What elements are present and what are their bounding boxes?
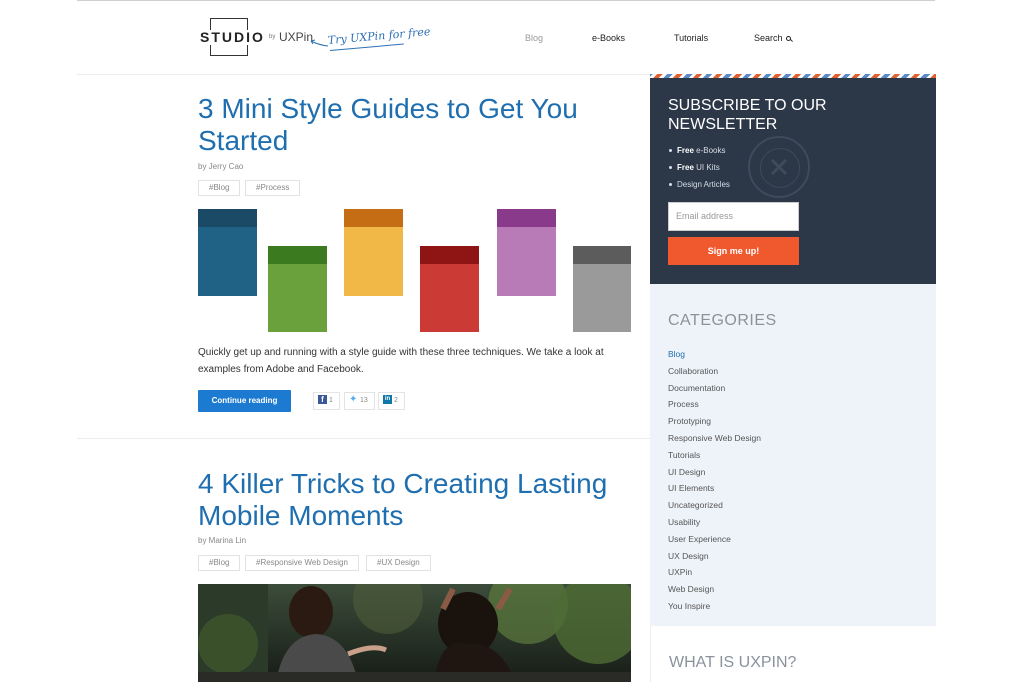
linkedin-share-button[interactable]: in 2: [378, 392, 405, 410]
swatch-card: [420, 246, 479, 332]
nav-tutorials[interactable]: Tutorials: [674, 33, 708, 43]
swatch-card: [497, 209, 556, 296]
swatch-cap: [198, 209, 257, 227]
post-title[interactable]: 3 Mini Style Guides to Get You Started: [198, 93, 638, 157]
nav-ebooks[interactable]: e-Books: [592, 33, 625, 43]
twitter-icon: ✦: [349, 393, 358, 405]
logo[interactable]: STUDIO: [198, 30, 267, 45]
newsletter-benefits: Free e-Books Free UI Kits Design Article…: [668, 142, 730, 193]
email-field[interactable]: Email address: [668, 202, 799, 231]
category-uxpin[interactable]: UXPin: [668, 564, 761, 581]
swatch-cap: [497, 209, 556, 227]
swatch-cap: [420, 246, 479, 264]
benefit-item: Free e-Books: [668, 142, 730, 159]
categories-list: Blog Collaboration Documentation Process…: [668, 346, 761, 615]
linkedin-count: 2: [394, 397, 398, 404]
nav-search-label: Search: [754, 33, 783, 43]
category-process[interactable]: Process: [668, 396, 761, 413]
tag-blog[interactable]: #Blog: [198, 180, 241, 196]
swatch-card: [573, 246, 631, 332]
post-image-mobile-moments[interactable]: [198, 584, 631, 682]
categories-panel: Categories Blog Collaboration Documentat…: [650, 284, 936, 626]
search-icon: [785, 36, 791, 41]
post-author[interactable]: by Marina Lin: [198, 536, 246, 545]
category-you-inspire[interactable]: You Inspire: [668, 598, 761, 615]
twitter-share-button[interactable]: ✦ 13: [344, 392, 375, 410]
tag-process[interactable]: #Process: [245, 180, 301, 196]
header-divider: [77, 74, 650, 75]
arrow-icon: [310, 39, 329, 47]
swatch-card: [344, 209, 403, 296]
category-blog[interactable]: Blog: [668, 346, 761, 363]
newsletter-box: Subscribe to our newsletter Free e-Books…: [650, 78, 936, 284]
benefit-item: Free UI Kits: [668, 159, 730, 176]
seal-cross-icon: [770, 158, 788, 176]
newsletter-title: Subscribe to our newsletter: [668, 97, 827, 133]
category-uncategorized[interactable]: Uncategorized: [668, 497, 761, 514]
stamp-seal-icon: [748, 136, 810, 198]
post-author[interactable]: by Jerry Cao: [198, 162, 243, 171]
site-header: STUDIO by UXPin Try UXPin for free Blog …: [0, 0, 1023, 75]
facebook-count: 1: [329, 397, 333, 404]
try-uxpin-link[interactable]: Try UXPin for free: [327, 25, 430, 47]
category-tutorials[interactable]: Tutorials: [668, 447, 761, 464]
tag-blog[interactable]: #Blog: [198, 555, 241, 571]
swatch-cap: [573, 246, 631, 264]
sign-up-button[interactable]: Sign me up!: [668, 237, 799, 265]
category-ux-design[interactable]: UX Design: [668, 548, 761, 565]
swatch-cap: [344, 209, 403, 227]
tag-ux-design[interactable]: #UX Design: [366, 555, 431, 571]
facebook-icon: f: [318, 394, 327, 404]
category-collaboration[interactable]: Collaboration: [668, 363, 761, 380]
category-usability[interactable]: Usability: [668, 514, 761, 531]
linkedin-icon: in: [383, 394, 392, 404]
category-prototyping[interactable]: Prototyping: [668, 413, 761, 430]
post-divider: [77, 438, 650, 439]
post-title[interactable]: 4 Killer Tricks to Creating Lasting Mobi…: [198, 468, 638, 532]
nav-blog[interactable]: Blog: [525, 33, 543, 43]
logo-by: by: [269, 34, 276, 40]
swatch-cap: [268, 246, 327, 264]
twitter-count: 13: [360, 397, 368, 404]
what-is-uxpin-heading: What is UXPin?: [669, 654, 797, 671]
benefit-item: Design Articles: [668, 176, 730, 193]
category-user-experience[interactable]: User Experience: [668, 531, 761, 548]
category-documentation[interactable]: Documentation: [668, 380, 761, 397]
what-is-uxpin-panel: What is UXPin?: [650, 626, 936, 682]
continue-reading-button[interactable]: Continue reading: [198, 390, 291, 412]
post-excerpt: Quickly get up and running with a style …: [198, 347, 604, 375]
swatch-card: [198, 209, 257, 296]
category-ui-design[interactable]: UI Design: [668, 464, 761, 481]
logo-brand[interactable]: UXPin: [279, 30, 313, 44]
category-ui-elements[interactable]: UI Elements: [668, 480, 761, 497]
tag-responsive-web-design[interactable]: #Responsive Web Design: [245, 555, 359, 571]
category-responsive-web-design[interactable]: Responsive Web Design: [668, 430, 761, 447]
swatch-card: [268, 246, 327, 332]
photo-illustration: [198, 584, 631, 682]
facebook-share-button[interactable]: f1: [313, 392, 340, 410]
nav-search[interactable]: Search: [754, 33, 791, 43]
category-web-design[interactable]: Web Design: [668, 581, 761, 598]
categories-heading: Categories: [668, 312, 777, 329]
